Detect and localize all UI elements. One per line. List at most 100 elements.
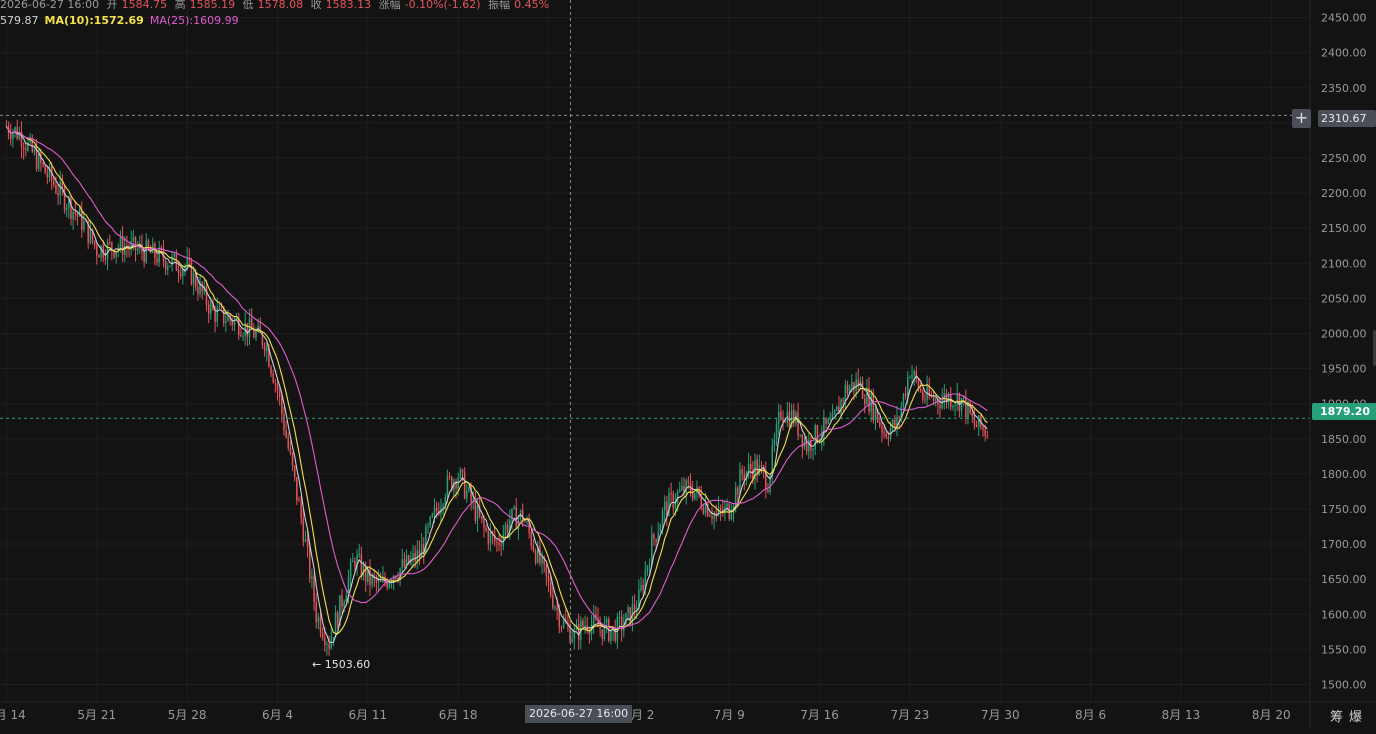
candle-body [263,345,266,352]
kline-chart[interactable]: 1500.00 1550.00 1600.00 1650.00 1700.00 1750.… [0,0,1376,730]
candle-body [904,393,907,396]
candle-body [513,506,515,509]
candle-body [601,629,604,640]
candle-body [646,566,649,571]
candle-body [489,532,492,544]
candle-body [317,616,320,623]
y-tick-label: 2050.00 [1321,292,1367,305]
ohlc-info-bar: 2026-06-27 16:00 开 1584.75 高 1585.19 低 1578… [0,0,553,12]
candle-body [605,618,608,624]
candle-body [369,568,371,585]
candle-body [504,524,507,535]
candle-body [225,321,227,323]
candle-body [715,513,718,515]
candle-body [89,229,92,243]
y-tick-label: 2400.00 [1321,47,1367,60]
candle-body [429,516,431,526]
change-value: -0.10%(-1.62) [404,0,481,11]
candle-body [506,524,509,532]
candle-body [474,500,477,521]
candle-body [218,306,221,309]
change-label: 涨幅 [378,0,401,11]
candle-body [283,413,285,431]
candle-body [416,550,419,562]
add-alert-button[interactable]: + [1292,109,1311,128]
ma10-value: MA(10):1572.69 [44,14,144,27]
candle-body [844,384,847,401]
candle-body [913,371,915,376]
candle-body [775,423,778,440]
candle-body [777,412,780,424]
candle-body [973,416,976,425]
candle-body [702,507,705,514]
candle-body [33,149,36,152]
crosshair-and-price-lines [0,0,1310,702]
candle-body [296,477,298,501]
ma25-line [6,126,988,630]
ma5-value: 579.87 [0,14,39,27]
candle-body [324,638,326,645]
candle-body [767,490,769,492]
candle-body [25,148,27,151]
candle-body [545,564,548,577]
candle-body [941,399,943,409]
ma-legend: 579.87 MA(10):1572.69 MA(25):1609.99 [0,14,239,30]
grid [0,0,1310,702]
candle-body [98,255,100,258]
candle-body [747,463,750,472]
candle-body [291,453,294,467]
candle-body [83,220,85,230]
candle-body [336,612,339,626]
candle-body [276,383,279,391]
candle-body [816,425,819,442]
candle-body [414,552,416,562]
candle-body [274,382,277,384]
candle-body [773,439,776,446]
candle-body [797,412,799,436]
candle-body [136,248,139,251]
candle-body [496,541,498,543]
candle-body [309,546,311,579]
candle-body [487,530,490,544]
candle-body [902,393,905,407]
candle-body [298,500,300,502]
candle-body [352,561,354,563]
candle-body [965,396,967,418]
candle-body [780,412,782,419]
moving-average-lines [6,126,988,644]
y-tick-label: 1600.00 [1321,608,1367,621]
chart-canvas[interactable]: 1500.00 1550.00 1600.00 1650.00 1700.00 1750.… [0,0,1376,730]
candle-body [924,399,926,401]
candle-body [577,623,580,641]
candle-body [293,466,296,478]
candle-body [909,377,911,379]
candle-body [197,287,199,294]
candle-body [388,582,391,588]
candle-body [582,620,584,627]
candle-body [975,424,978,428]
candle-body [855,379,857,391]
y-tick-label: 2100.00 [1321,257,1367,270]
axes: 1500.00 1550.00 1600.00 1650.00 1700.00 1750.… [0,0,1376,730]
candle-body [306,539,309,547]
candle-body [433,507,436,515]
candle-body [22,147,25,149]
y-tick-label: 1750.00 [1321,503,1367,516]
x-tick-label: 6月 11 [348,708,387,722]
x-tick-label: 8月 13 [1162,708,1201,722]
candle-body [466,490,468,499]
x-tick-label: 7月 9 [714,708,745,722]
candle-body [560,627,563,629]
candle-body [687,480,690,483]
liquidation-button[interactable]: 爆 [1349,710,1368,725]
candle-body [272,373,274,383]
candle-body [358,553,360,556]
candle-body [870,393,872,412]
candle-body [881,425,883,433]
candle-body [300,501,302,519]
candle-body [556,607,558,610]
y-tick-label: 2150.00 [1321,222,1367,235]
x-tick-label: 7月 30 [981,708,1020,722]
candle-body [485,528,487,531]
chip-distribution-button[interactable]: 筹 [1330,710,1349,725]
